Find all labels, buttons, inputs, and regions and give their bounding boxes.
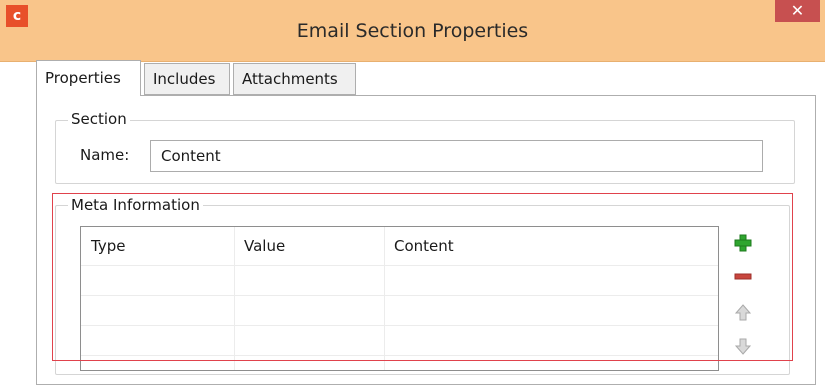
- column-header-value[interactable]: Value: [234, 227, 384, 265]
- name-label: Name:: [80, 146, 130, 164]
- close-button[interactable]: ✕: [775, 0, 820, 22]
- table-row[interactable]: [81, 326, 718, 355]
- name-input[interactable]: Content: [150, 140, 763, 172]
- move-up-button[interactable]: [732, 302, 754, 324]
- table-row[interactable]: [81, 296, 718, 325]
- add-icon: [734, 234, 752, 252]
- remove-row-button[interactable]: [732, 266, 754, 288]
- tab-attachments[interactable]: Attachments: [233, 63, 356, 95]
- meta-information-table[interactable]: Type Value Content: [80, 226, 719, 371]
- row-divider: [81, 355, 718, 356]
- window-title: Email Section Properties: [296, 20, 529, 42]
- table-row[interactable]: [81, 266, 718, 295]
- title-bar: c Email Section Properties ✕: [0, 0, 825, 62]
- move-up-icon: [734, 304, 752, 321]
- meta-information-legend: Meta Information: [68, 196, 203, 214]
- tab-properties[interactable]: Properties: [36, 60, 141, 96]
- add-row-button[interactable]: [732, 232, 754, 254]
- move-down-icon: [734, 338, 752, 355]
- tab-includes[interactable]: Includes: [144, 63, 230, 95]
- column-header-type[interactable]: Type: [81, 227, 234, 265]
- remove-icon: [734, 273, 752, 280]
- move-down-button[interactable]: [732, 335, 754, 357]
- section-legend: Section: [68, 110, 130, 128]
- column-header-content[interactable]: Content: [384, 227, 718, 265]
